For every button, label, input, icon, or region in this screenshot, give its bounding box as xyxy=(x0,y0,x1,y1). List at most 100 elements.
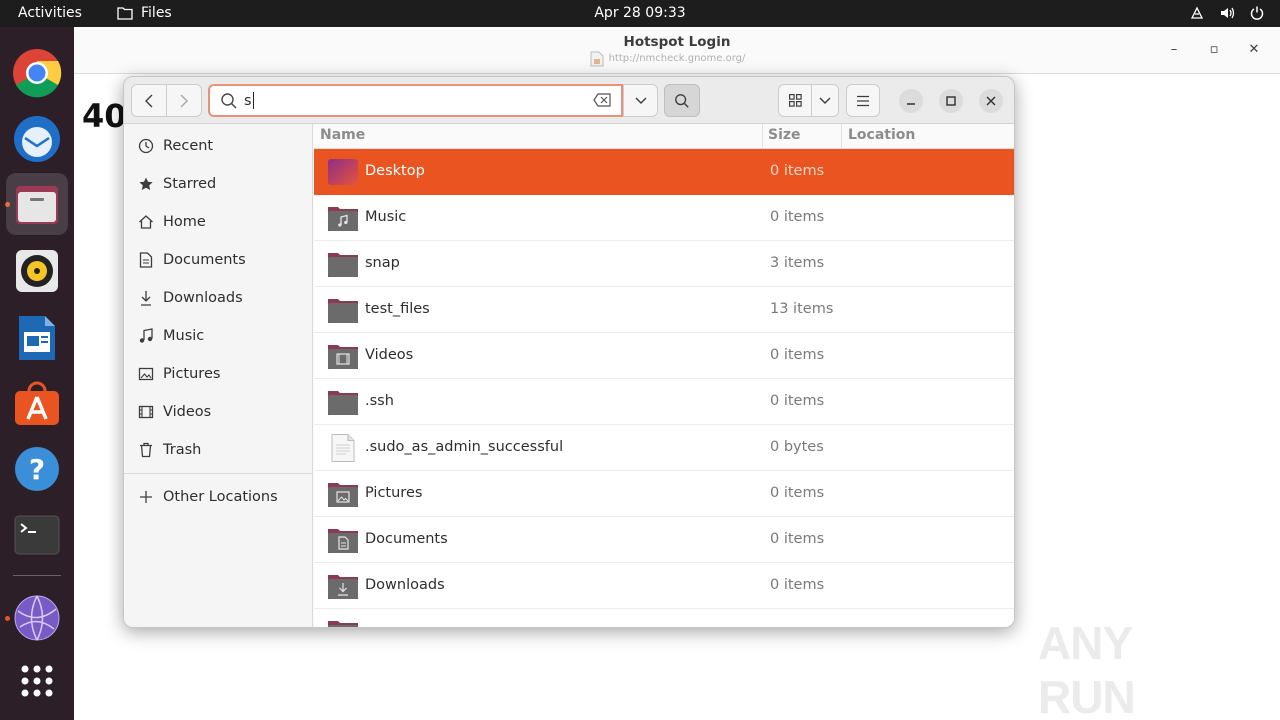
dock-separator xyxy=(13,575,61,576)
files-window: s Recent Starred Home Documents Download… xyxy=(123,76,1015,628)
rhythmbox-dock-icon[interactable] xyxy=(6,240,68,302)
text-cursor xyxy=(252,92,254,109)
sidebar-item-documents[interactable]: Documents xyxy=(124,242,313,278)
thunderbird-dock-icon[interactable] xyxy=(6,107,68,169)
clear-search-icon[interactable] xyxy=(593,93,611,107)
writer-dock-icon[interactable] xyxy=(6,307,68,369)
file-row-videos[interactable]: Videos 0 items xyxy=(314,333,1014,379)
file-row-documents[interactable]: Documents 0 items xyxy=(314,517,1014,563)
document-folder-icon xyxy=(328,529,358,553)
file-list: Name Size Location Desktop 0 items Music… xyxy=(314,124,1014,627)
minimize-button[interactable] xyxy=(899,89,923,113)
file-size: 13 items xyxy=(770,301,834,317)
folder-icon xyxy=(328,299,358,323)
terminal-dock-icon[interactable] xyxy=(6,504,68,566)
ubuntu-software-dock-icon[interactable] xyxy=(6,373,68,435)
music-icon xyxy=(137,327,155,345)
close-button[interactable] xyxy=(979,89,1003,113)
files-dock-icon[interactable] xyxy=(6,173,68,235)
window-controls: – ▫ ✕ xyxy=(1166,42,1262,57)
show-apps-button[interactable] xyxy=(6,650,68,712)
app-menu[interactable]: Files xyxy=(117,5,172,21)
column-separator xyxy=(762,124,763,149)
file-size: 0 bytes xyxy=(770,439,824,455)
forward-button[interactable] xyxy=(166,84,202,117)
browser-dock-icon[interactable] xyxy=(6,587,68,649)
file-name: Desktop xyxy=(365,163,425,179)
file-size: 0 items xyxy=(770,209,825,225)
file-row-pictures[interactable]: Pictures 0 items xyxy=(314,471,1014,517)
chevron-right-icon xyxy=(180,94,188,107)
file-row-partial[interactable] xyxy=(314,609,1014,627)
clock-container: Apr 28 09:33 xyxy=(0,5,1280,21)
column-separator xyxy=(841,124,842,149)
sidebar-item-label: Downloads xyxy=(163,290,243,306)
file-row-sudo-as-admin[interactable]: .sudo_as_admin_successful 0 bytes xyxy=(314,425,1014,471)
file-name: test_files xyxy=(365,301,430,317)
file-row-downloads[interactable]: Downloads 0 items xyxy=(314,563,1014,609)
hotspot-login-header: Hotspot Login http://nmcheck.gnome.org/ … xyxy=(74,27,1280,74)
home-icon xyxy=(137,213,155,231)
main-menu-button[interactable] xyxy=(846,84,880,117)
sidebar-item-label: Other Locations xyxy=(163,489,278,505)
file-row-music[interactable]: Music 0 items xyxy=(314,195,1014,241)
clock[interactable]: Apr 28 09:33 xyxy=(594,5,685,21)
search-toggle-button[interactable] xyxy=(664,84,700,117)
file-name: Downloads xyxy=(365,577,445,593)
activities-button[interactable]: Activities xyxy=(18,5,82,21)
search-icon xyxy=(675,93,689,108)
sidebar-item-trash[interactable]: Trash xyxy=(124,432,313,468)
file-size: 0 items xyxy=(770,347,825,363)
svg-text:?: ? xyxy=(29,453,45,486)
view-grid-button[interactable] xyxy=(778,84,812,117)
sidebar-item-pictures[interactable]: Pictures xyxy=(124,356,313,392)
watermark: ANY RUN xyxy=(1038,608,1238,720)
file-row-ssh[interactable]: .ssh 0 items xyxy=(314,379,1014,425)
power-icon[interactable] xyxy=(1248,4,1266,22)
hamburger-icon xyxy=(857,95,869,106)
maximize-icon xyxy=(946,96,956,106)
sidebar-item-home[interactable]: Home xyxy=(124,204,313,240)
column-size[interactable]: Size xyxy=(768,127,801,143)
file-size: 0 items xyxy=(770,577,825,593)
sidebar-item-label: Music xyxy=(163,328,205,344)
file-row-test-files[interactable]: test_files 13 items xyxy=(314,287,1014,333)
sidebar-item-other-locations[interactable]: Other Locations xyxy=(124,479,313,515)
help-dock-icon[interactable]: ? xyxy=(6,438,68,500)
file-row-snap[interactable]: snap 3 items xyxy=(314,241,1014,287)
maximize-button[interactable] xyxy=(939,89,963,113)
column-name[interactable]: Name xyxy=(320,127,365,143)
sidebar-item-music[interactable]: Music xyxy=(124,318,313,354)
close-button[interactable]: ✕ xyxy=(1246,42,1262,57)
places-sidebar: Recent Starred Home Documents Downloads … xyxy=(124,124,313,627)
search-input[interactable]: s xyxy=(208,84,623,117)
page-heading: 40 xyxy=(82,97,127,135)
chrome-dock-icon[interactable] xyxy=(6,42,68,104)
minimize-button[interactable]: – xyxy=(1166,42,1182,57)
column-location[interactable]: Location xyxy=(848,127,915,143)
volume-icon[interactable] xyxy=(1218,4,1236,22)
sidebar-item-starred[interactable]: Starred xyxy=(124,166,313,202)
sidebar-item-downloads[interactable]: Downloads xyxy=(124,280,313,316)
chevron-down-icon xyxy=(819,97,831,104)
sidebar-item-label: Starred xyxy=(163,176,217,192)
sidebar-item-recent[interactable]: Recent xyxy=(124,128,313,164)
sidebar-item-videos[interactable]: Videos xyxy=(124,394,313,430)
music-folder-icon xyxy=(328,207,358,231)
sidebar-item-label: Pictures xyxy=(163,366,221,382)
trash-icon xyxy=(137,441,155,459)
file-name: Music xyxy=(365,209,407,225)
clock-icon xyxy=(137,137,155,155)
file-row-desktop[interactable]: Desktop 0 items xyxy=(314,149,1014,195)
back-button[interactable] xyxy=(131,84,167,117)
search-options-button[interactable] xyxy=(623,84,658,117)
network-icon[interactable] xyxy=(1188,4,1206,22)
star-icon xyxy=(137,175,155,193)
view-options-button[interactable] xyxy=(811,84,839,117)
folder-icon xyxy=(328,253,358,277)
text-file-icon xyxy=(331,434,355,462)
folder-icon xyxy=(117,7,133,20)
system-tray[interactable] xyxy=(1188,4,1266,22)
search-text: s xyxy=(244,92,252,109)
restore-button[interactable]: ▫ xyxy=(1206,42,1222,57)
